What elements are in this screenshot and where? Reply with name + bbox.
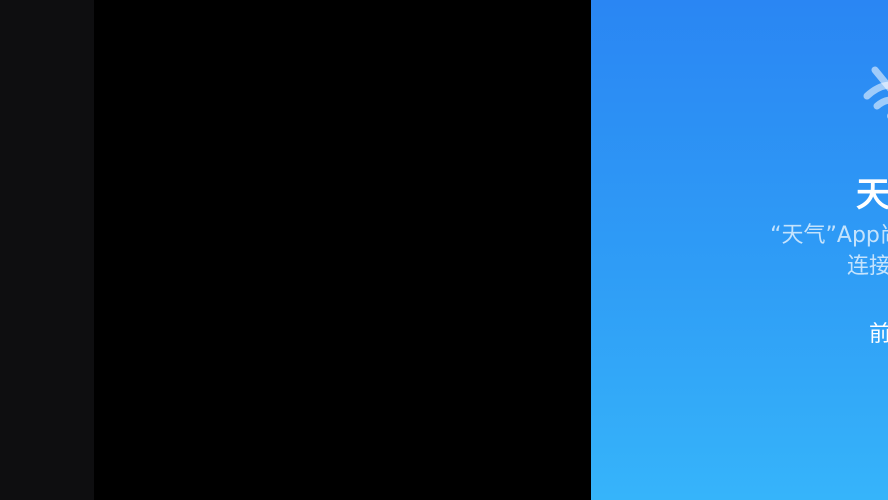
message-line-1: “天气”App尚未接入互联 <box>770 223 888 248</box>
no-connection-title: 天气 <box>856 175 888 215</box>
side-strip <box>0 0 94 500</box>
wifi-slash-icon <box>863 66 888 119</box>
weather-app-panel: 天气 “天气”App尚未接入互联 连接情况 前往 <box>591 0 888 500</box>
black-app-area <box>94 0 591 500</box>
screen: 天气 “天气”App尚未接入互联 连接情况 前往 <box>0 0 888 500</box>
message-line-2: 连接情况 <box>846 254 888 279</box>
no-connection-message: “天气”App尚未接入互联 连接情况 <box>591 220 888 282</box>
go-to-settings-link[interactable]: 前往 <box>591 316 888 348</box>
weather-no-connection-content: 天气 “天气”App尚未接入互联 连接情况 前往 <box>591 0 888 500</box>
